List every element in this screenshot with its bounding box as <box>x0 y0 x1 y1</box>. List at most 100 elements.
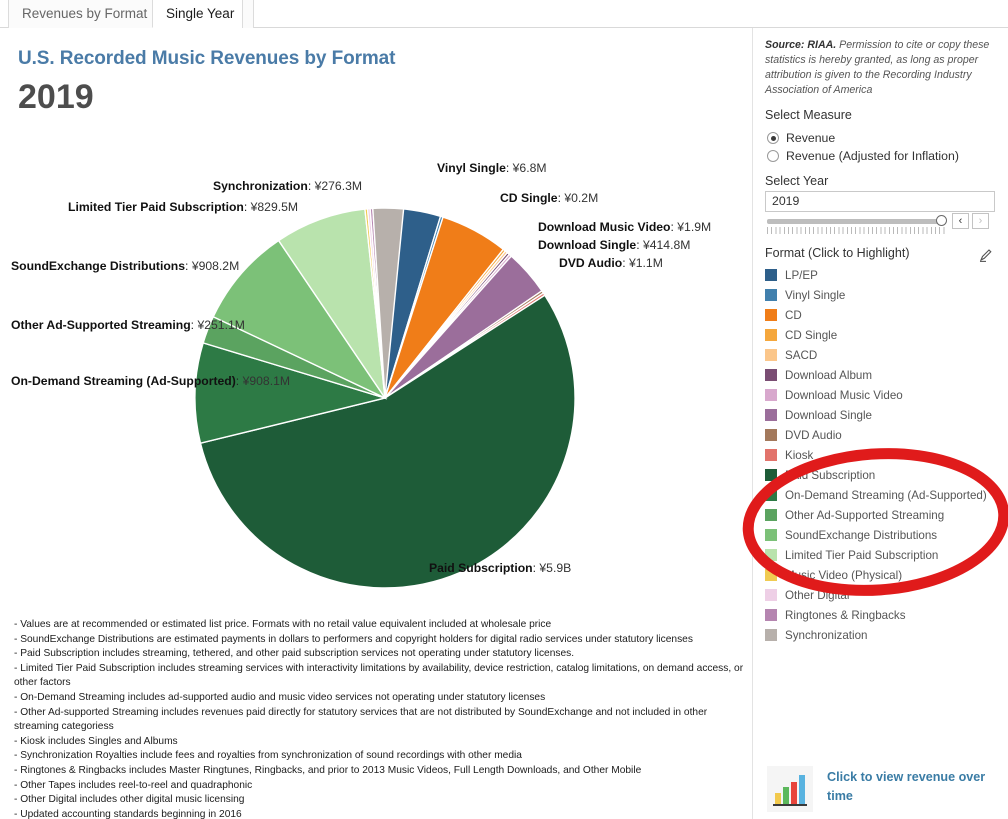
pie-label-value: ¥6.8M <box>512 161 547 175</box>
radio-revenue-label: Revenue <box>786 131 836 145</box>
right-control-panel: Source: RIAA. Permission to cite or copy… <box>742 28 1008 819</box>
legend-item[interactable]: Other Digital <box>765 586 1008 606</box>
pie-label-limited-tier-paid-subscription: Limited Tier Paid Subscription: ¥829.5M <box>68 200 299 214</box>
pie-label-download-music-video: Download Music Video: ¥1.9M <box>538 220 712 234</box>
pie-label-paid-subscription: Paid Subscription: ¥5.9B <box>429 561 572 575</box>
legend-swatch-icon <box>765 609 777 621</box>
legend-item[interactable]: Vinyl Single <box>765 286 1008 306</box>
legend-item-label: Vinyl Single <box>785 289 846 302</box>
tab-bar: Revenues by Format Single Year <box>0 0 1008 28</box>
pie-chart[interactable]: Synchronization: ¥276.3M Limited Tier Pa… <box>0 28 752 588</box>
legend-item[interactable]: CD <box>765 306 1008 326</box>
tab-single-year[interactable]: Single Year <box>152 0 249 28</box>
pie-label-on-demand-streaming: On-Demand Streaming (Ad-Supported): ¥908… <box>11 374 291 388</box>
pie-label-value: ¥1.1M <box>628 256 663 270</box>
footnote: - Limited Tier Paid Subscription include… <box>14 662 744 689</box>
pie-label-name: CD Single <box>500 191 558 205</box>
legend-item-label: Music Video (Physical) <box>785 569 903 582</box>
legend-item-label: Synchronization <box>785 629 868 642</box>
legend-item[interactable]: SoundExchange Distributions <box>765 526 1008 546</box>
legend-item[interactable]: Download Single <box>765 406 1008 426</box>
legend-item[interactable]: Music Video (Physical) <box>765 566 1008 586</box>
footnote: - SoundExchange Distributions are estima… <box>14 633 693 645</box>
legend-item[interactable]: Download Music Video <box>765 386 1008 406</box>
legend-swatch-icon <box>765 589 777 601</box>
source-prefix: Source: RIAA. <box>765 39 837 51</box>
legend-item[interactable]: DVD Audio <box>765 426 1008 446</box>
footnote: - Values are at recommended or estimated… <box>14 619 552 630</box>
legend-item-label: SACD <box>785 349 818 362</box>
legend-swatch-icon <box>765 549 777 561</box>
radio-revenue[interactable]: Revenue <box>767 129 835 147</box>
tab-bar-end-spacer <box>242 0 254 28</box>
legend-item[interactable]: Kiosk <box>765 446 1008 466</box>
legend-item-label: DVD Audio <box>785 429 842 442</box>
format-legend-label: Format (Click to Highlight) <box>765 246 910 260</box>
legend-swatch-icon <box>765 469 777 481</box>
pie-label-name: Download Music Video <box>538 220 671 234</box>
legend-item-label: Other Digital <box>785 589 850 602</box>
footnote: - Paid Subscription includes streaming, … <box>14 648 575 660</box>
legend-item[interactable]: Other Ad-Supported Streaming <box>765 506 1008 526</box>
legend-item[interactable]: SACD <box>765 346 1008 366</box>
pie-label-value: ¥908.2M <box>191 259 240 273</box>
legend-item-label: Ringtones & Ringbacks <box>785 609 906 622</box>
legend-swatch-icon <box>765 409 777 421</box>
pie-label-other-ad-supported-streaming: Other Ad-Supported Streaming: ¥251.1M <box>11 318 245 332</box>
view-revenue-over-time-link[interactable]: Click to view revenue over time <box>767 763 1007 819</box>
tab-revenues-by-format[interactable]: Revenues by Format <box>8 0 162 28</box>
legend-item[interactable]: Limited Tier Paid Subscription <box>765 546 1008 566</box>
footnote: - Other Tapes includes reel-to-reel and … <box>14 779 253 791</box>
pie-label-name: Download Single <box>538 238 637 252</box>
legend-item[interactable]: CD Single <box>765 326 1008 346</box>
pie-label-synchronization: Synchronization: ¥276.3M <box>213 179 363 193</box>
legend-item[interactable]: Paid Subscription <box>765 466 1008 486</box>
pie-label-cd-single: CD Single: ¥0.2M <box>500 191 599 205</box>
legend-item-label: Download Album <box>785 369 873 382</box>
next-year-button[interactable]: › <box>972 213 989 229</box>
pie-label-dvd-audio: DVD Audio: ¥1.1M <box>559 256 663 270</box>
legend-item-label: Other Ad-Supported Streaming <box>785 509 945 522</box>
footnote: - Other Ad-supported Streaming includes … <box>14 706 708 733</box>
footnote: - Synchronization Royalties include fees… <box>14 750 522 762</box>
pie-label-value: ¥276.3M <box>314 179 363 193</box>
footnote: - On-Demand Streaming includes ad-suppor… <box>14 691 546 703</box>
pie-label-soundexchange-distributions: SoundExchange Distributions: ¥908.2M <box>11 259 240 273</box>
highlighter-pen-icon[interactable] <box>978 247 994 263</box>
legend-item-label: SoundExchange Distributions <box>785 529 938 542</box>
pie-label-name: On-Demand Streaming (Ad-Supported) <box>11 374 236 388</box>
pie-label-value: ¥251.1M <box>197 318 245 332</box>
legend-swatch-icon <box>765 309 777 321</box>
pie-label-value: ¥1.9M <box>677 220 712 234</box>
footnote: - Kiosk includes Singles and Albums <box>14 735 178 747</box>
year-input[interactable]: 2019 <box>765 191 995 212</box>
legend-item-label: Limited Tier Paid Subscription <box>785 549 939 562</box>
footnote: - Ringtones & Ringbacks includes Master … <box>14 764 642 776</box>
legend-swatch-icon <box>765 569 777 581</box>
main-panel: U.S. Recorded Music Revenues by Format 2… <box>0 28 752 819</box>
radio-revenue-adjusted[interactable]: Revenue (Adjusted for Inflation) <box>767 147 959 165</box>
year-slider-track[interactable] <box>767 219 944 224</box>
legend-item[interactable]: LP/EP <box>765 266 1008 286</box>
pie-label-value: ¥908.1M <box>242 374 291 388</box>
previous-year-button[interactable]: ‹ <box>952 213 969 229</box>
pie-label-name: Synchronization <box>213 179 308 193</box>
legend-swatch-icon <box>765 269 777 281</box>
legend-swatch-icon <box>765 329 777 341</box>
pie-chart-svg[interactable] <box>0 28 752 588</box>
format-legend[interactable]: LP/EP Vinyl Single CD CD Single SACD Download… <box>765 266 1008 646</box>
legend-swatch-icon <box>765 369 777 381</box>
legend-item-label: CD Single <box>785 329 838 342</box>
select-measure-label: Select Measure <box>765 108 852 122</box>
legend-item[interactable]: Ringtones & Ringbacks <box>765 606 1008 626</box>
footnote: - Updated accounting standards beginning… <box>14 808 242 819</box>
bar-chart-icon <box>767 766 813 812</box>
legend-item[interactable]: Download Album <box>765 366 1008 386</box>
radio-unselected-icon <box>767 150 779 162</box>
pie-label-vinyl-single: Vinyl Single: ¥6.8M <box>437 161 547 175</box>
legend-item[interactable]: Synchronization <box>765 626 1008 646</box>
legend-item[interactable]: On-Demand Streaming (Ad-Supported) <box>765 486 1008 506</box>
year-slider-knob[interactable] <box>936 215 947 226</box>
legend-item-label: LP/EP <box>785 269 818 282</box>
year-slider-ticks <box>767 227 947 234</box>
